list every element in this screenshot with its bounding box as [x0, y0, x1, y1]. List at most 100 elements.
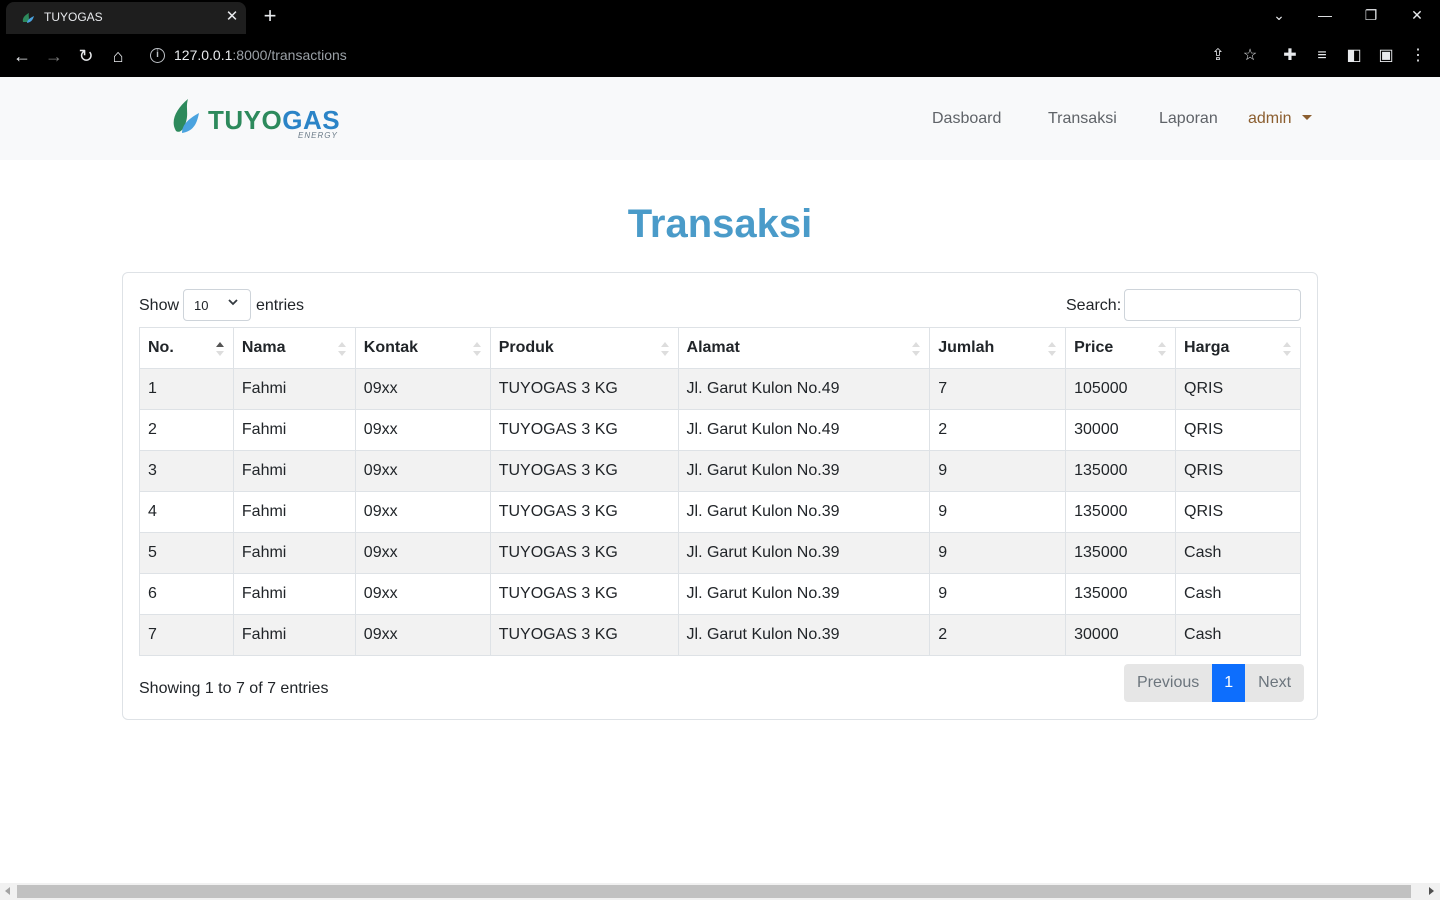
new-tab-icon[interactable]: +: [258, 4, 282, 28]
browser-tab-bar: TUYOGAS ✕ + ⌄ — ❐ ✕: [0, 0, 1440, 34]
sort-icon: [912, 342, 921, 356]
cell-produk: TUYOGAS 3 KG: [489, 532, 679, 574]
cell-nama: Fahmi: [232, 573, 356, 615]
site-info-icon[interactable]: i: [150, 48, 165, 63]
cell-produk: TUYOGAS 3 KG: [489, 368, 679, 410]
column-header-no[interactable]: No.: [139, 327, 234, 369]
sort-icon: [660, 342, 669, 356]
cell-no: 5: [139, 532, 234, 574]
cell-price: 30000: [1065, 409, 1177, 451]
search-input[interactable]: [1124, 289, 1301, 321]
scrollbar-thumb[interactable]: [17, 885, 1411, 898]
cell-no: 2: [139, 409, 234, 451]
cell-harga: QRIS: [1175, 368, 1301, 410]
tab-search-chevron-icon[interactable]: ⌄: [1256, 0, 1302, 30]
user-name: admin: [1248, 110, 1292, 127]
cell-kontak: 09xx: [354, 368, 491, 410]
tuyogas-favicon-icon: [22, 13, 34, 23]
profile-icon[interactable]: ▣: [1372, 42, 1400, 70]
media-queue-icon[interactable]: ≡: [1308, 42, 1336, 70]
home-icon[interactable]: ⌂: [104, 42, 132, 70]
side-panel-icon[interactable]: ◧: [1340, 42, 1368, 70]
column-header-label: Kontak: [363, 339, 419, 356]
cell-produk: TUYOGAS 3 KG: [489, 409, 679, 451]
entries-label: entries: [256, 297, 305, 314]
cell-jumlah: 9: [929, 573, 1067, 615]
browser-tab[interactable]: TUYOGAS ✕: [6, 2, 246, 34]
column-header-label: Nama: [241, 339, 286, 356]
column-header-kontak[interactable]: Kontak: [354, 327, 491, 369]
cell-produk: TUYOGAS 3 KG: [489, 450, 679, 492]
cell-produk: TUYOGAS 3 KG: [489, 614, 679, 656]
entries-per-page-select[interactable]: 10: [183, 289, 251, 321]
cell-alamat: Jl. Garut Kulon No.49: [677, 368, 931, 410]
cell-jumlah: 2: [929, 409, 1067, 451]
menu-kebab-icon[interactable]: ⋮: [1404, 42, 1432, 70]
sort-icon: [1283, 342, 1291, 356]
table-row: 4 Fahmi 09xx TUYOGAS 3 KG Jl. Garut Kulon No…: [139, 491, 1301, 533]
column-header-harga[interactable]: Harga: [1175, 327, 1301, 369]
column-header-nama[interactable]: Nama: [232, 327, 356, 369]
nav-link-laporan[interactable]: Laporan: [1159, 110, 1218, 128]
flame-logo-icon: [173, 99, 199, 133]
cell-alamat: Jl. Garut Kulon No.39: [677, 614, 931, 656]
nav-link-transaksi[interactable]: Transaksi: [1048, 110, 1117, 128]
cell-kontak: 09xx: [354, 491, 491, 533]
close-window-icon[interactable]: ✕: [1394, 0, 1440, 30]
cell-price: 135000: [1065, 491, 1177, 533]
cell-nama: Fahmi: [232, 409, 356, 451]
column-header-alamat[interactable]: Alamat: [677, 327, 931, 369]
extensions-puzzle-icon[interactable]: ✚: [1276, 42, 1304, 70]
bookmark-star-icon[interactable]: ☆: [1236, 42, 1264, 70]
column-header-label: Jumlah: [938, 339, 995, 356]
address-bar[interactable]: i 127.0.0.1:8000/transactions: [140, 39, 1192, 72]
cell-produk: TUYOGAS 3 KG: [489, 491, 679, 533]
column-header-label: Alamat: [686, 339, 740, 356]
table-body: 1 Fahmi 09xx TUYOGAS 3 KG Jl. Garut Kulon No…: [139, 368, 1301, 656]
cell-alamat: Jl. Garut Kulon No.39: [677, 450, 931, 492]
cell-harga: QRIS: [1175, 409, 1301, 451]
column-header-price[interactable]: Price: [1065, 327, 1177, 369]
column-header-label: No.: [148, 339, 174, 356]
table-info-text: Showing 1 to 7 of 7 entries: [139, 680, 329, 697]
minimize-icon[interactable]: —: [1302, 0, 1348, 30]
horizontal-scrollbar[interactable]: [0, 883, 1440, 900]
cell-price: 135000: [1065, 532, 1177, 574]
cell-harga: Cash: [1175, 573, 1301, 615]
share-icon[interactable]: ⇪: [1204, 42, 1232, 70]
previous-page-button[interactable]: Previous: [1124, 664, 1212, 702]
cell-nama: Fahmi: [232, 491, 356, 533]
brand-logo[interactable]: TUYOGAS ENERGY: [170, 97, 340, 143]
column-header-produk[interactable]: Produk: [489, 327, 679, 369]
cell-kontak: 09xx: [354, 409, 491, 451]
cell-jumlah: 7: [929, 368, 1067, 410]
scroll-left-icon[interactable]: [5, 887, 10, 895]
next-page-button[interactable]: Next: [1245, 664, 1304, 702]
cell-alamat: Jl. Garut Kulon No.39: [677, 573, 931, 615]
cell-no: 6: [139, 573, 234, 615]
cell-jumlah: 9: [929, 450, 1067, 492]
table-row: 6 Fahmi 09xx TUYOGAS 3 KG Jl. Garut Kulon No…: [139, 573, 1301, 615]
tab-close-icon[interactable]: ✕: [222, 7, 242, 27]
url-host: 127.0.0.1: [174, 47, 233, 63]
forward-icon[interactable]: →: [40, 42, 68, 70]
transactions-table: No. Nama Kontak Produk Alamat Jumlah Pri…: [139, 327, 1301, 656]
scroll-right-icon[interactable]: [1429, 887, 1434, 895]
sort-icon: [472, 342, 481, 356]
user-dropdown[interactable]: admin: [1248, 110, 1312, 128]
table-row: 1 Fahmi 09xx TUYOGAS 3 KG Jl. Garut Kulon No…: [139, 368, 1301, 410]
nav-link-dasboard[interactable]: Dasboard: [932, 110, 1001, 128]
table-row: 7 Fahmi 09xx TUYOGAS 3 KG Jl. Garut Kulon No…: [139, 614, 1301, 656]
cell-nama: Fahmi: [232, 368, 356, 410]
cell-jumlah: 2: [929, 614, 1067, 656]
cell-alamat: Jl. Garut Kulon No.39: [677, 532, 931, 574]
page-1-button[interactable]: 1: [1212, 664, 1246, 702]
column-header-label: Price: [1074, 339, 1114, 356]
restore-icon[interactable]: ❐: [1348, 0, 1394, 30]
cell-price: 135000: [1065, 573, 1177, 615]
url-text[interactable]: 127.0.0.1:8000/transactions: [174, 47, 347, 63]
cell-harga: QRIS: [1175, 450, 1301, 492]
column-header-jumlah[interactable]: Jumlah: [929, 327, 1067, 369]
back-icon[interactable]: ←: [8, 42, 36, 70]
reload-icon[interactable]: ↻: [72, 42, 100, 70]
